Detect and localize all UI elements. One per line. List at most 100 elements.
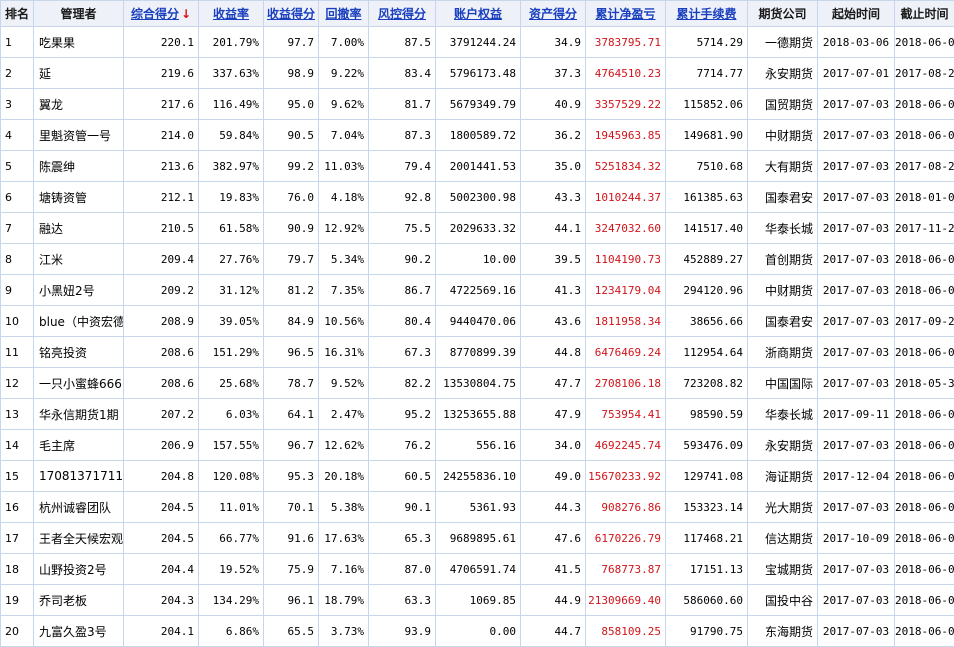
asset-score-cell: 49.0 — [521, 461, 586, 492]
return-rate-cell: 59.84% — [199, 120, 264, 151]
fee-cell: 91790.75 — [666, 616, 748, 647]
manager-cell: 山野投资2号 — [34, 554, 124, 585]
broker-cell: 国泰君安 — [748, 182, 818, 213]
asset-score-cell: 34.0 — [521, 430, 586, 461]
broker-cell: 光大期货 — [748, 492, 818, 523]
rank-cell: 10 — [1, 306, 34, 337]
return-score-cell: 84.9 — [264, 306, 319, 337]
net-profit-cell: 3247032.60 — [586, 213, 666, 244]
total-score-cell: 213.6 — [124, 151, 199, 182]
table-row: 6塘铸资管212.119.83%76.04.18%92.85002300.984… — [1, 182, 954, 213]
manager-cell: 延 — [34, 58, 124, 89]
return-score-cell: 99.2 — [264, 151, 319, 182]
table-row: 1517081371711204.8120.08%95.320.18%60.52… — [1, 461, 954, 492]
return-score-cell: 96.5 — [264, 337, 319, 368]
fee-cell: 161385.63 — [666, 182, 748, 213]
end-date-cell: 2017-09-26 — [895, 306, 954, 337]
total-score-cell: 209.2 — [124, 275, 199, 306]
return-score-cell: 70.1 — [264, 492, 319, 523]
end-date-cell: 2017-08-28 — [895, 58, 954, 89]
column-header-2[interactable]: 综合得分↓ — [124, 1, 199, 27]
broker-cell: 宝城期货 — [748, 554, 818, 585]
column-header-label: 资产得分 — [529, 7, 577, 21]
asset-score-cell: 41.3 — [521, 275, 586, 306]
column-header-9[interactable]: 累计净盈亏 — [586, 1, 666, 27]
manager-cell: 融达 — [34, 213, 124, 244]
risk-score-cell: 81.7 — [369, 89, 436, 120]
column-header-label: 期货公司 — [758, 7, 806, 21]
column-header-10[interactable]: 累计手续费 — [666, 1, 748, 27]
broker-cell: 信达期货 — [748, 523, 818, 554]
column-header-label: 累计净盈亏 — [595, 7, 655, 21]
asset-score-cell: 44.1 — [521, 213, 586, 244]
equity-cell: 13530804.75 — [436, 368, 521, 399]
net-profit-cell: 3783795.71 — [586, 27, 666, 58]
manager-cell: 华永信期货1期 — [34, 399, 124, 430]
return-rate-cell: 157.55% — [199, 430, 264, 461]
column-header-label: 账户权益 — [454, 7, 502, 21]
column-header-7[interactable]: 账户权益 — [436, 1, 521, 27]
asset-score-cell: 34.9 — [521, 27, 586, 58]
risk-score-cell: 90.1 — [369, 492, 436, 523]
end-date-cell: 2018-06-05 — [895, 89, 954, 120]
rank-cell: 17 — [1, 523, 34, 554]
column-header-label: 风控得分 — [378, 7, 426, 21]
end-date-cell: 2018-06-05 — [895, 585, 954, 616]
column-header-8[interactable]: 资产得分 — [521, 1, 586, 27]
rank-cell: 11 — [1, 337, 34, 368]
manager-cell: 一只小蜜蜂666 — [34, 368, 124, 399]
table-row: 10blue（中资宏德208.939.05%84.910.56%80.49440… — [1, 306, 954, 337]
manager-cell: 铭亮投资 — [34, 337, 124, 368]
table-row: 12一只小蜜蜂666208.625.68%78.79.52%82.2135308… — [1, 368, 954, 399]
table-row: 17王者全天候宏观204.566.77%91.617.63%65.3968989… — [1, 523, 954, 554]
column-header-5[interactable]: 回撤率 — [319, 1, 369, 27]
drawdown-cell: 7.16% — [319, 554, 369, 585]
table-row: 3翼龙217.6116.49%95.09.62%81.75679349.7940… — [1, 89, 954, 120]
start-date-cell: 2017-07-03 — [818, 368, 895, 399]
drawdown-cell: 18.79% — [319, 585, 369, 616]
column-header-0: 排名 — [1, 1, 34, 27]
end-date-cell: 2018-06-05 — [895, 244, 954, 275]
equity-cell: 2001441.53 — [436, 151, 521, 182]
rank-cell: 18 — [1, 554, 34, 585]
net-profit-cell: 4692245.74 — [586, 430, 666, 461]
column-header-6[interactable]: 风控得分 — [369, 1, 436, 27]
column-header-1: 管理者 — [34, 1, 124, 27]
equity-cell: 0.00 — [436, 616, 521, 647]
equity-cell: 4706591.74 — [436, 554, 521, 585]
risk-score-cell: 93.9 — [369, 616, 436, 647]
end-date-cell: 2018-06-05 — [895, 275, 954, 306]
column-header-3[interactable]: 收益率 — [199, 1, 264, 27]
return-rate-cell: 116.49% — [199, 89, 264, 120]
rank-cell: 13 — [1, 399, 34, 430]
return-rate-cell: 27.76% — [199, 244, 264, 275]
start-date-cell: 2017-07-01 — [818, 58, 895, 89]
fee-cell: 98590.59 — [666, 399, 748, 430]
column-header-label: 收益率 — [213, 7, 249, 21]
broker-cell: 中财期货 — [748, 120, 818, 151]
return-score-cell: 95.3 — [264, 461, 319, 492]
net-profit-cell: 21309669.40 — [586, 585, 666, 616]
drawdown-cell: 12.62% — [319, 430, 369, 461]
total-score-cell: 204.5 — [124, 523, 199, 554]
column-header-4[interactable]: 收益得分 — [264, 1, 319, 27]
return-score-cell: 90.9 — [264, 213, 319, 244]
total-score-cell: 214.0 — [124, 120, 199, 151]
return-score-cell: 96.7 — [264, 430, 319, 461]
broker-cell: 浙商期货 — [748, 337, 818, 368]
column-header-11: 期货公司 — [748, 1, 818, 27]
column-header-label: 综合得分 — [131, 7, 179, 21]
return-score-cell: 96.1 — [264, 585, 319, 616]
total-score-cell: 207.2 — [124, 399, 199, 430]
table-header: 排名管理者综合得分↓ 收益率 收益得分回撤率风控得分 账户权益 资产得分 累计净盈亏累计手… — [1, 1, 954, 27]
fee-cell: 129741.08 — [666, 461, 748, 492]
return-rate-cell: 31.12% — [199, 275, 264, 306]
risk-score-cell: 95.2 — [369, 399, 436, 430]
total-score-cell: 204.1 — [124, 616, 199, 647]
drawdown-cell: 3.73% — [319, 616, 369, 647]
header-row: 排名管理者综合得分↓ 收益率 收益得分回撤率风控得分 账户权益 资产得分 累计净盈亏累计手… — [1, 1, 954, 27]
broker-cell: 华泰长城 — [748, 399, 818, 430]
equity-cell: 3791244.24 — [436, 27, 521, 58]
manager-cell: 塘铸资管 — [34, 182, 124, 213]
manager-cell: 江米 — [34, 244, 124, 275]
